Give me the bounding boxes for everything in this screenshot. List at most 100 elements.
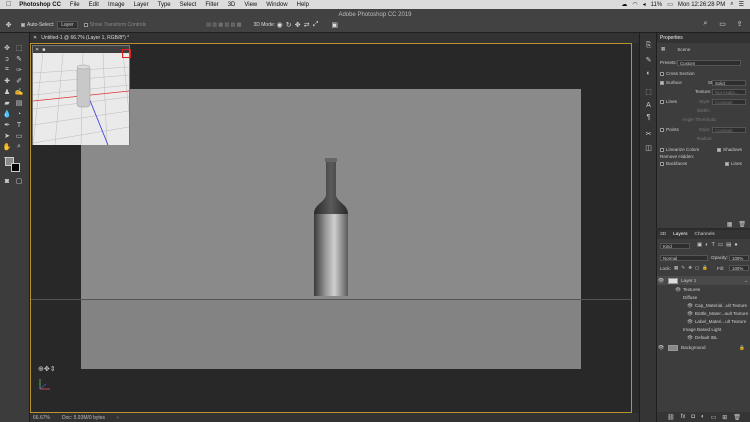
scale-icon[interactable]: ⤢ bbox=[311, 20, 320, 29]
background-name[interactable]: Background bbox=[681, 345, 706, 350]
tab-channels[interactable]: Channels bbox=[695, 232, 715, 237]
new-layer-icon[interactable]: ⊞ bbox=[722, 414, 727, 421]
hidden-lines-row[interactable]: Lines bbox=[725, 161, 742, 166]
app-menu[interactable]: Photoshop CC bbox=[19, 2, 61, 8]
character-panel-icon[interactable]: A bbox=[644, 101, 653, 110]
view-camera-icon[interactable]: ■ bbox=[42, 47, 45, 53]
filter-type-icon[interactable]: T bbox=[712, 242, 715, 248]
hand-tool-icon[interactable]: ✋ bbox=[2, 142, 12, 152]
roll-icon[interactable]: ↻ bbox=[284, 20, 293, 29]
layer-row-default-ibl[interactable]: 👁 Default IBL bbox=[657, 333, 750, 342]
libraries-panel-icon[interactable]: ⬚ bbox=[644, 87, 653, 96]
presets-dropdown[interactable]: Custom bbox=[677, 60, 741, 66]
properties-tab[interactable]: Properties bbox=[657, 33, 750, 43]
points-row[interactable]: Points Style: bbox=[660, 127, 710, 132]
linearize-row[interactable]: Linearize Colors bbox=[660, 147, 699, 152]
screen-mode-icon[interactable]: ▢ bbox=[14, 176, 24, 186]
cross-section-checkbox[interactable] bbox=[660, 71, 664, 76]
move-tool-icon[interactable]: ✥ bbox=[4, 20, 13, 29]
new-group-icon[interactable]: ▭ bbox=[711, 414, 717, 421]
menu-type[interactable]: Type bbox=[158, 2, 171, 8]
document-tab-title[interactable]: Untitled-1 @ 66.7% (Layer 1, RGB/8*) * bbox=[41, 35, 129, 41]
crop-tool-icon[interactable]: ⌗ bbox=[2, 65, 12, 75]
delete-icon[interactable]: 🗑 bbox=[738, 221, 746, 228]
path-select-icon[interactable]: ➤ bbox=[2, 131, 12, 141]
menu-filter[interactable]: Filter bbox=[205, 2, 218, 8]
menu-edit[interactable]: Edit bbox=[89, 2, 99, 8]
menu-layer[interactable]: Layer bbox=[134, 2, 149, 8]
workspace-icon[interactable]: ▭ bbox=[718, 19, 727, 28]
camera-icon[interactable]: ▣ bbox=[330, 20, 339, 29]
filter-toggle-icon[interactable]: ● bbox=[734, 242, 737, 248]
tab-layers[interactable]: Layers bbox=[673, 232, 687, 237]
quick-mask-icon[interactable]: ◙ bbox=[2, 176, 12, 186]
filter-smart-icon[interactable]: ▤ bbox=[726, 242, 731, 248]
surface-checkbox[interactable] bbox=[660, 80, 664, 85]
marquee-tool-icon[interactable]: ⬚ bbox=[14, 43, 24, 53]
surface-row[interactable]: Surface Style: bbox=[660, 80, 719, 85]
backfaces-checkbox[interactable] bbox=[660, 161, 664, 166]
filter-shape-icon[interactable]: ▭ bbox=[718, 242, 723, 248]
lines-checkbox[interactable] bbox=[660, 99, 664, 104]
layer-style-icon[interactable]: fx bbox=[681, 414, 686, 420]
apple-icon[interactable]:  bbox=[6, 1, 11, 8]
shadows-checkbox[interactable] bbox=[717, 147, 721, 152]
close-view-icon[interactable]: ✕ bbox=[35, 47, 39, 53]
stamp-tool-icon[interactable]: ♟ bbox=[2, 87, 12, 97]
background-color-swatch[interactable] bbox=[11, 163, 20, 172]
drag-icon[interactable]: ✥ bbox=[293, 20, 302, 29]
bottle-3d-model[interactable] bbox=[313, 158, 349, 300]
filter-kind-dropdown[interactable]: Kind bbox=[660, 243, 690, 249]
lines-row[interactable]: Lines Style: bbox=[660, 99, 710, 104]
type-tool-icon[interactable]: T bbox=[14, 120, 24, 130]
lock-paint-icon[interactable]: ✎ bbox=[681, 265, 685, 271]
filter-adjust-icon[interactable]: ◐ bbox=[705, 242, 708, 248]
points-style-dropdown[interactable]: Constant bbox=[712, 127, 746, 133]
view-selector-highlight[interactable] bbox=[122, 49, 131, 58]
orbit-icon[interactable]: ◉ bbox=[275, 20, 284, 29]
battery-percent[interactable]: 11% bbox=[651, 2, 663, 8]
workspace-search-icon[interactable]: ⌕ bbox=[701, 19, 710, 28]
close-tab-icon[interactable]: ✕ bbox=[33, 35, 37, 41]
paragraph-panel-icon[interactable]: ¶ bbox=[644, 113, 653, 122]
cross-section-row[interactable]: Cross Section bbox=[660, 71, 695, 76]
background-eye-icon[interactable]: 👁 bbox=[657, 345, 665, 351]
pen-tool-icon[interactable]: ✒ bbox=[2, 120, 12, 130]
brush-tool-icon[interactable]: ✐ bbox=[14, 76, 24, 86]
menu-3d[interactable]: 3D bbox=[228, 2, 236, 8]
menu-window[interactable]: Window bbox=[266, 2, 287, 8]
lock-move-icon[interactable]: ✥ bbox=[688, 265, 692, 271]
adjustment-layer-icon[interactable]: ◐ bbox=[701, 414, 705, 420]
move-tool-icon[interactable]: ✥ bbox=[2, 43, 12, 53]
blend-mode-dropdown[interactable]: Normal bbox=[660, 255, 708, 261]
3d-axis-widget[interactable]: ⊕✥⇕ bbox=[38, 365, 56, 391]
auto-select-dropdown[interactable]: Layer bbox=[57, 20, 78, 29]
opacity-input[interactable]: 100% bbox=[729, 255, 749, 261]
notification-icon[interactable]: ☰ bbox=[739, 1, 744, 8]
eyedropper-icon[interactable]: ✑ bbox=[14, 65, 24, 75]
layer-row-layer1[interactable]: 👁 Layer 1 ⌄ bbox=[657, 276, 750, 285]
filter-pixel-icon[interactable]: ▣ bbox=[697, 242, 702, 248]
share-icon[interactable]: ⇪ bbox=[735, 19, 744, 28]
expand-chevron-icon[interactable]: ⌄ bbox=[744, 278, 748, 284]
label-eye-icon[interactable]: 👁 bbox=[687, 319, 693, 325]
lasso-tool-icon[interactable]: ↄ bbox=[2, 54, 12, 64]
auto-select-checkbox[interactable] bbox=[21, 22, 25, 27]
lock-all-icon[interactable]: 🔒 bbox=[702, 265, 708, 271]
menu-file[interactable]: File bbox=[70, 2, 80, 8]
lock-transparency-icon[interactable]: ▦ bbox=[674, 265, 678, 271]
rectangle-tool-icon[interactable]: ▭ bbox=[14, 131, 24, 141]
backfaces-row[interactable]: Backfaces bbox=[660, 161, 687, 166]
show-transform-checkbox[interactable] bbox=[83, 22, 88, 27]
brush-panel-icon[interactable]: ✎ bbox=[644, 55, 653, 64]
surface-style-dropdown[interactable]: Solid bbox=[712, 80, 746, 86]
gradient-icon[interactable]: ▤ bbox=[14, 98, 24, 108]
volume-icon[interactable]: ◂ bbox=[643, 1, 646, 8]
adjustments-panel-icon[interactable]: ◐ bbox=[644, 69, 653, 78]
search-icon[interactable]: ⌕ bbox=[730, 1, 733, 8]
tab-3d[interactable]: 3D bbox=[660, 232, 666, 237]
texture-dropdown[interactable]: Not Availa... bbox=[712, 89, 746, 95]
link-layers-icon[interactable]: ⛓ bbox=[667, 414, 675, 421]
eraser-icon[interactable]: ▰ bbox=[2, 98, 12, 108]
status-arrow-icon[interactable]: › bbox=[117, 415, 119, 421]
